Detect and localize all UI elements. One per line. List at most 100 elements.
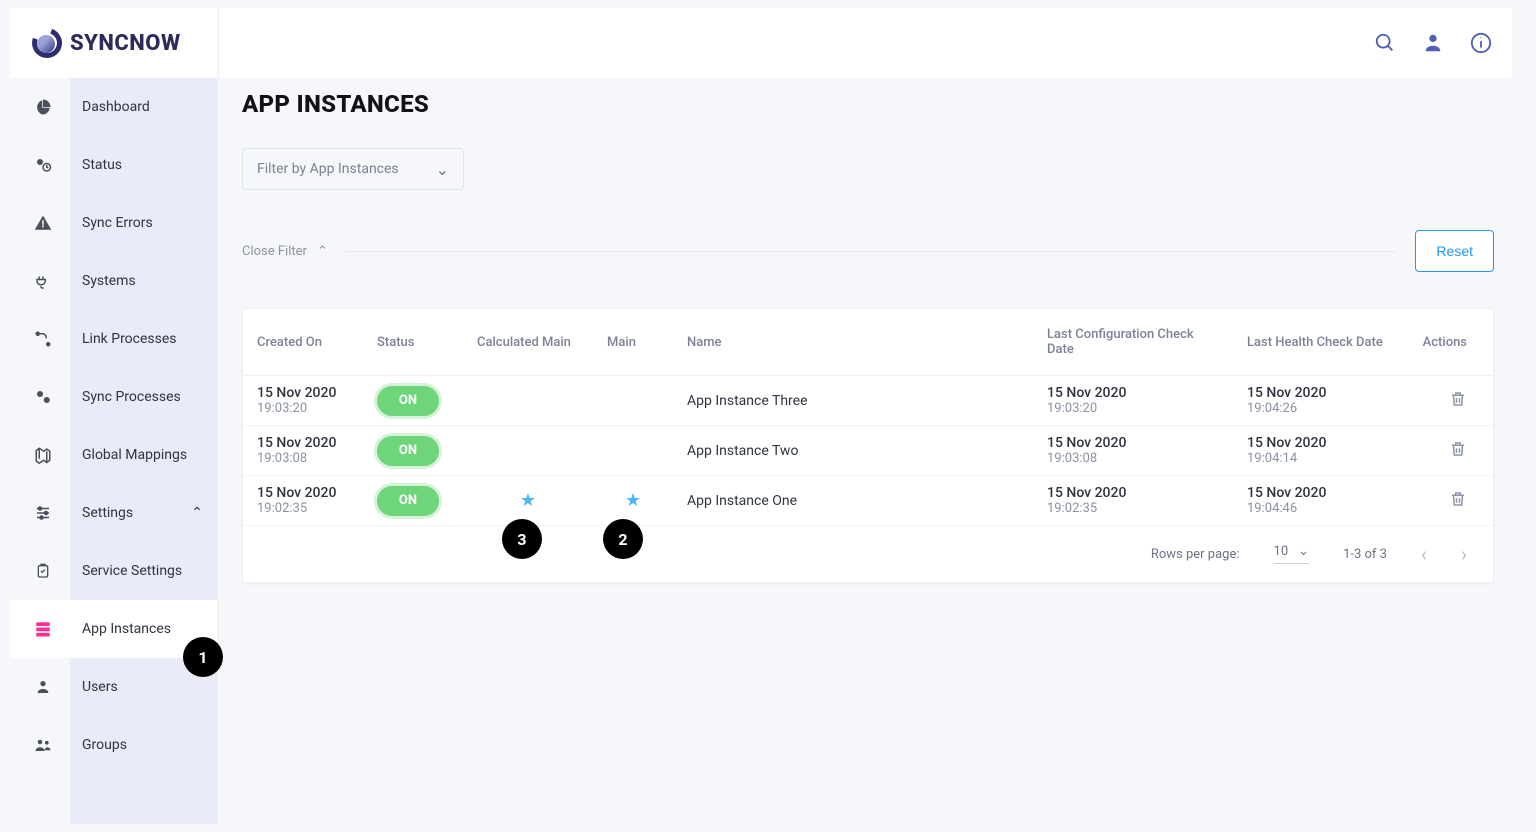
pie-icon — [32, 96, 54, 118]
sidebar-item-sync-processes[interactable]: Sync Processes — [10, 368, 217, 426]
callout-1: 1 — [183, 637, 223, 677]
sidebar-item-label: App Instances — [82, 621, 171, 637]
sidebar-item-service-settings[interactable]: Service Settings — [10, 542, 217, 600]
servers-icon — [32, 618, 54, 640]
instances-table-card: Created On Status Calculated Main Main N… — [242, 308, 1494, 583]
page-title: APP INSTANCES — [242, 90, 1494, 118]
cell-last-config: 15 Nov 202019:03:20 — [1033, 376, 1233, 426]
table-row[interactable]: 15 Nov 202019:03:08ON App Instance Two 15 … — [243, 426, 1493, 476]
sidebar-item-sync-errors[interactable]: Sync Errors — [10, 194, 217, 252]
main-content: APP INSTANCES Filter by App Instances ⌄ … — [242, 90, 1494, 812]
cell-main — [593, 376, 673, 426]
col-status[interactable]: Status — [363, 309, 463, 376]
sidebar-item-label: Sync Errors — [82, 215, 153, 231]
star-icon: ★ — [477, 490, 579, 511]
col-calculated-main[interactable]: Calculated Main — [463, 309, 593, 376]
status-badge: ON — [377, 386, 439, 416]
cell-calculated-main: ★ — [463, 476, 593, 526]
info-icon[interactable] — [1470, 32, 1492, 54]
col-last-health[interactable]: Last Health Check Date — [1233, 309, 1403, 376]
user-icon — [32, 676, 54, 698]
delete-button[interactable] — [1449, 490, 1467, 508]
callout-3: 3 — [502, 519, 542, 559]
cell-actions — [1403, 476, 1493, 526]
cell-name: App Instance Two — [673, 426, 1033, 476]
cell-created: 15 Nov 202019:03:08 — [243, 426, 363, 476]
brand[interactable]: SYNCNOW — [10, 8, 217, 78]
warning-icon — [32, 212, 54, 234]
brand-text: SYNCNOW — [70, 31, 181, 56]
sidebar-item-settings[interactable]: Settings ⌃ — [10, 484, 217, 542]
table-pagination: Rows per page: 10 ⌄ 1-3 of 3 ‹ › — [243, 526, 1493, 582]
sidebar-item-label: Groups — [82, 737, 127, 753]
rows-per-page-label: Rows per page: — [1151, 547, 1240, 562]
cell-status: ON — [363, 426, 463, 476]
sidebar-item-label: Systems — [82, 273, 136, 289]
sidebar-item-label: Link Processes — [82, 331, 177, 347]
sidebar-item-dashboard[interactable]: Dashboard — [10, 78, 217, 136]
cell-last-config: 15 Nov 202019:02:35 — [1033, 476, 1233, 526]
chevron-up-icon: ⌃ — [191, 505, 203, 521]
cell-calculated-main — [463, 426, 593, 476]
cell-main — [593, 426, 673, 476]
chevron-down-icon: ⌄ — [436, 160, 449, 179]
prev-page-button[interactable]: ‹ — [1421, 542, 1427, 566]
col-last-config[interactable]: Last Configuration Check Date — [1033, 309, 1233, 376]
topbar — [220, 8, 1512, 78]
sidebar-item-link-processes[interactable]: Link Processes — [10, 310, 217, 368]
star-icon: ★ — [607, 490, 659, 511]
sidebar: SYNCNOW Dashboard Status Sync Errors Sy — [10, 8, 218, 824]
rows-per-page-value: 10 — [1274, 544, 1289, 559]
col-main[interactable]: Main — [593, 309, 673, 376]
chevron-down-icon: ⌄ — [1298, 544, 1309, 559]
delete-button[interactable] — [1449, 440, 1467, 458]
gears-icon — [32, 386, 54, 408]
rows-per-page-select[interactable]: 10 ⌄ — [1274, 544, 1310, 564]
sidebar-item-groups[interactable]: Groups — [10, 716, 217, 774]
cell-created: 15 Nov 202019:03:20 — [243, 376, 363, 426]
plug-icon — [32, 270, 54, 292]
filter-app-instances-select[interactable]: Filter by App Instances ⌄ — [242, 148, 464, 190]
sidebar-item-label: Status — [82, 157, 122, 173]
filter-placeholder: Filter by App Instances — [257, 161, 399, 177]
group-icon — [32, 734, 54, 756]
chevron-up-icon: ⌃ — [317, 244, 328, 259]
sidebar-item-label: Dashboard — [82, 99, 150, 115]
col-created-on[interactable]: Created On — [243, 309, 363, 376]
status-badge: ON — [377, 486, 439, 516]
brand-logo-icon — [32, 28, 62, 58]
sidebar-item-label: Global Mappings — [82, 447, 187, 463]
instances-table: Created On Status Calculated Main Main N… — [243, 309, 1493, 526]
delete-button[interactable] — [1449, 390, 1467, 408]
sidebar-item-global-mappings[interactable]: Global Mappings — [10, 426, 217, 484]
cell-main: ★ — [593, 476, 673, 526]
sliders-icon — [32, 502, 54, 524]
cell-name: App Instance Three — [673, 376, 1033, 426]
sidebar-item-label: Sync Processes — [82, 389, 181, 405]
divider — [346, 251, 1398, 252]
col-name[interactable]: Name — [673, 309, 1033, 376]
page-range: 1-3 of 3 — [1343, 547, 1387, 562]
map-icon — [32, 444, 54, 466]
cell-calculated-main — [463, 376, 593, 426]
col-actions: Actions — [1403, 309, 1493, 376]
cell-actions — [1403, 426, 1493, 476]
table-row[interactable]: 15 Nov 202019:03:20ONApp Instance Three1… — [243, 376, 1493, 426]
sidebar-item-label: Service Settings — [82, 563, 182, 579]
search-icon[interactable] — [1374, 32, 1396, 54]
cell-status: ON — [363, 476, 463, 526]
close-filter-label: Close Filter — [242, 244, 307, 259]
cell-last-health: 15 Nov 202019:04:14 — [1233, 426, 1403, 476]
flow-icon — [32, 328, 54, 350]
cell-created: 15 Nov 202019:02:35 — [243, 476, 363, 526]
sidebar-item-status[interactable]: Status — [10, 136, 217, 194]
sidebar-nav: Dashboard Status Sync Errors Systems Lin — [10, 78, 217, 774]
user-icon[interactable] — [1422, 32, 1444, 54]
reset-button[interactable]: Reset — [1415, 230, 1494, 272]
cell-status: ON — [363, 376, 463, 426]
close-filter-toggle[interactable]: Close Filter ⌃ — [242, 244, 328, 259]
cell-name: App Instance One — [673, 476, 1033, 526]
sidebar-item-systems[interactable]: Systems — [10, 252, 217, 310]
table-row[interactable]: 15 Nov 202019:02:35ON★★App Instance One1… — [243, 476, 1493, 526]
next-page-button[interactable]: › — [1461, 542, 1467, 566]
